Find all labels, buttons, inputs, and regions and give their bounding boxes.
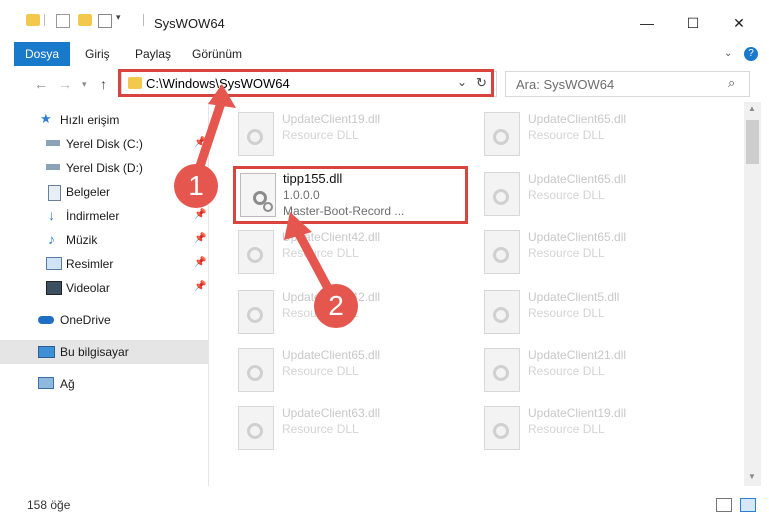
details-view-icon[interactable] xyxy=(716,498,732,512)
arrow-1 xyxy=(193,95,227,177)
item-count: 158 öğe xyxy=(27,498,71,512)
step-1-badge: 1 xyxy=(174,164,218,208)
arrow-2 xyxy=(293,227,335,297)
status-bar: 158 öğe xyxy=(0,492,769,517)
large-icons-view-icon[interactable] xyxy=(740,498,756,512)
arrow-2-head xyxy=(284,212,312,240)
annotation-arrows xyxy=(193,84,335,297)
step-2-badge: 2 xyxy=(314,284,358,328)
arrow-1-head xyxy=(208,84,236,108)
